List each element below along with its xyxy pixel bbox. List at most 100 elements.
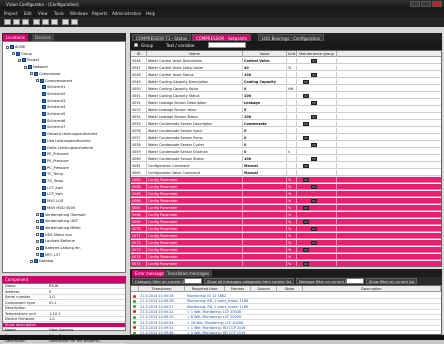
expand-toggle-icon[interactable]: [18, 58, 21, 62]
tree-node[interactable]: Schiermt5: [42, 111, 65, 117]
table-row[interactable]: 0064 Config Parameter%: [131, 184, 441, 191]
col-process[interactable]: Process: [225, 286, 251, 292]
table-row[interactable]: 0066 Config Parameter%: [131, 198, 441, 205]
table-row[interactable]: 0050 Water Cooling Capacity Value 0 kW: [131, 86, 441, 93]
message-select[interactable]: [346, 278, 364, 284]
text-filter-input[interactable]: [208, 42, 246, 48]
edit-icon[interactable]: [311, 143, 317, 147]
expand-toggle-icon[interactable]: [6, 45, 9, 49]
tree-node[interactable]: Schiermt6: [42, 118, 65, 124]
edit-icon[interactable]: [303, 136, 309, 140]
expand-toggle-icon[interactable]: [30, 72, 33, 76]
table-row[interactable]: 0070 Config Parameter%: [131, 226, 441, 233]
copy-icon[interactable]: [42, 19, 49, 25]
expand-toggle-icon[interactable]: [36, 219, 39, 223]
tree-node[interactable]: Group: [12, 51, 32, 57]
col-id[interactable]: ID: [131, 51, 147, 57]
edit-icon[interactable]: [311, 59, 317, 63]
tab-locations[interactable]: Locations: [3, 34, 29, 41]
tree-node[interactable]: Verdampfung UDT: [36, 218, 78, 224]
menu-project[interactable]: Project: [4, 11, 18, 16]
tree-node[interactable]: Network: [24, 64, 48, 70]
group-checkbox[interactable]: [134, 43, 138, 47]
col-description[interactable]: Description: [303, 286, 441, 292]
tree-node[interactable]: Datalog: [30, 258, 53, 264]
edit-icon[interactable]: [311, 241, 317, 245]
tree-node[interactable]: LCP_kwh: [42, 191, 63, 197]
menu-help[interactable]: Help: [146, 11, 155, 16]
col-value[interactable]: Value: [243, 51, 287, 57]
table-row[interactable]: 0061 Configuration Command Manual: [131, 163, 441, 170]
new-icon[interactable]: [4, 19, 11, 25]
col-maintenance-group[interactable]: Maintenance group: [297, 51, 337, 57]
edit-icon[interactable]: [303, 122, 309, 126]
expand-toggle-icon[interactable]: [36, 79, 39, 82]
tree-node[interactable]: LCT_kwh: [42, 185, 63, 191]
table-row[interactable]: 0074 Config Parameter%: [131, 254, 441, 261]
edit-icon[interactable]: [303, 220, 309, 224]
tree-node[interactable]: Batterie Ladung ein: [36, 245, 80, 251]
property-row[interactable]: Device firmware 1.0: [3, 317, 125, 322]
table-row[interactable]: 0054 Water Leakage Sensor Status 100: [131, 114, 441, 121]
tree-node[interactable]: Ueb Leistungsaufnahme: [42, 138, 91, 144]
tree-node[interactable]: UDS Motor aus: [36, 232, 72, 238]
property-row[interactable]: Show description: [3, 322, 125, 328]
table-row[interactable]: 0065 Config Parameter%: [131, 191, 441, 198]
col-timestamp[interactable]: Timestamp: [139, 286, 185, 292]
expand-toggle-icon[interactable]: [36, 239, 39, 243]
property-row[interactable]: Temperature unit 1-10.1: [3, 312, 125, 317]
edit-icon[interactable]: [311, 157, 317, 161]
expand-toggle-icon[interactable]: [36, 253, 39, 257]
tab-log-bearings[interactable]: LOG Bearings - Configuration: [258, 34, 325, 41]
table-row[interactable]: 0053 Water Leakage Sensor Value 0: [131, 107, 441, 114]
property-row[interactable]: Name RS-W: [3, 284, 125, 289]
table-row[interactable]: 0068 Config Parameter%: [131, 212, 441, 219]
menu-tools[interactable]: Tools: [54, 11, 64, 16]
cut-icon[interactable]: [33, 19, 40, 25]
edit-icon[interactable]: [303, 80, 309, 84]
tree-node[interactable]: Verdampfung Mittel: [36, 225, 80, 231]
table-row[interactable]: 0048 Water Control Valve Status 100: [131, 72, 441, 79]
message-filter-button[interactable]: Message filter on current list: [296, 278, 354, 284]
redo-icon[interactable]: [71, 19, 78, 25]
show-all-categories-button[interactable]: Show all messages categories from curren…: [204, 278, 295, 284]
tree-node[interactable]: Schiermt4: [42, 104, 65, 110]
tree-node[interactable]: Delta Leistungsaufnahme: [42, 145, 93, 151]
tree-node[interactable]: PE_Pressure: [42, 151, 69, 157]
minimize-button[interactable]: [410, 1, 420, 7]
col-source[interactable]: Source: [251, 286, 277, 292]
tab-devices[interactable]: Devices: [32, 34, 54, 41]
tree-node[interactable]: Schiermt3: [42, 98, 65, 104]
property-row[interactable]: Address 0: [3, 290, 125, 295]
expand-toggle-icon[interactable]: [36, 246, 39, 250]
table-row[interactable]: 0055 Water Condensate Sensor Description C…: [131, 121, 441, 128]
property-row[interactable]: Component type IO-1: [3, 301, 125, 306]
edit-icon[interactable]: [311, 185, 317, 189]
col-reported-time[interactable]: Reported time: [185, 286, 225, 292]
edit-icon[interactable]: [303, 164, 309, 168]
table-row[interactable]: 0059 Water Condensate Sensor Duration 0 s: [131, 149, 441, 156]
category-select[interactable]: [184, 278, 202, 284]
edit-icon[interactable]: [303, 262, 309, 266]
expand-toggle-icon[interactable]: [36, 213, 39, 216]
tree-node[interactable]: PC_Pressure: [42, 165, 69, 171]
tree-node[interactable]: Project: [18, 57, 39, 63]
table-row[interactable]: 0072 Config Parameter%: [131, 240, 441, 247]
tree-node[interactable]: Laufzeit Batterie: [36, 238, 75, 244]
edit-icon[interactable]: [303, 178, 309, 182]
tree-node[interactable]: MFC L57: [36, 252, 60, 258]
undo-icon[interactable]: [62, 19, 69, 25]
edit-icon[interactable]: [311, 115, 317, 119]
menu-reports[interactable]: Reports: [92, 11, 107, 16]
close-button[interactable]: [432, 1, 442, 7]
edit-icon[interactable]: [311, 73, 317, 77]
table-row[interactable]: 0052 Water Leakage Sensor Description Leak…: [131, 100, 441, 107]
tree-node[interactable]: TC_Temp: [42, 171, 63, 177]
table-row[interactable]: 0073 Config Parameter%: [131, 247, 441, 254]
tab-compressor-setpoints[interactable]: COMPRESSOR - Setpoints: [192, 34, 251, 41]
table-row[interactable]: 0058 Water Condensate Sensor Cycles 0: [131, 142, 441, 149]
table-row[interactable]: 0067 Config Parameter%: [131, 205, 441, 212]
tree-node[interactable]: TO_Temp: [42, 178, 63, 184]
location-tree[interactable]: ACME Group Project Network Compressor Compres…: [2, 41, 126, 273]
tree-node[interactable]: MVC LUD: [42, 198, 63, 204]
